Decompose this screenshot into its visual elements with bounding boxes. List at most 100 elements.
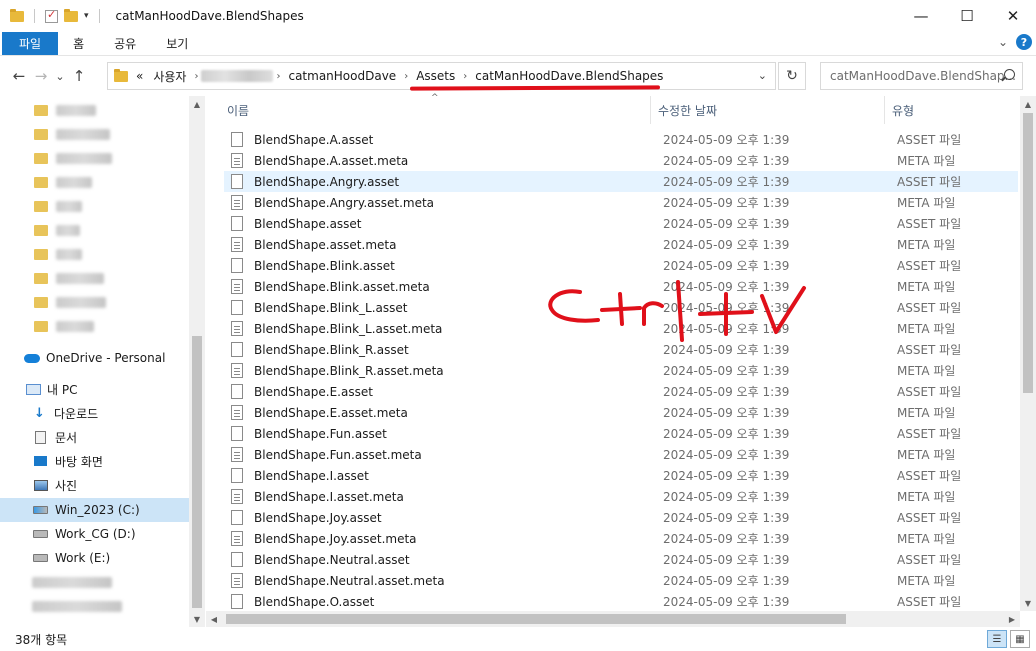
customize-toolbar-icon[interactable]: ▾ bbox=[84, 11, 89, 21]
breadcrumb-item[interactable]: catmanHoodDave bbox=[288, 69, 396, 83]
large-icons-view-button[interactable]: ▦ bbox=[1010, 630, 1030, 648]
details-view-button[interactable]: ☰ bbox=[987, 630, 1007, 648]
redacted-label bbox=[56, 104, 96, 116]
forward-button[interactable]: → bbox=[30, 67, 52, 85]
sidebar-item-blurred[interactable] bbox=[0, 98, 189, 122]
folder-icon bbox=[34, 272, 48, 284]
computer-icon bbox=[26, 383, 41, 395]
breadcrumb-separator[interactable]: › bbox=[463, 71, 467, 82]
redacted-label bbox=[56, 272, 104, 284]
table-row[interactable]: BlendShape.I.asset 2024-05-09 오후 1:39 ASSE… bbox=[224, 465, 1018, 486]
up-button[interactable]: ↑ bbox=[68, 67, 90, 85]
breadcrumb-item[interactable]: Assets bbox=[416, 69, 455, 83]
tab-file[interactable]: 파일 bbox=[2, 32, 59, 55]
table-row[interactable]: BlendShape.Joy.asset 2024-05-09 오후 1:39 AS… bbox=[224, 507, 1018, 528]
properties-icon[interactable] bbox=[45, 8, 58, 23]
folder-icon bbox=[114, 68, 128, 82]
file-type: META 파일 bbox=[897, 490, 956, 504]
sidebar-item-blurred[interactable] bbox=[0, 146, 189, 170]
table-row[interactable]: BlendShape.A.asset 2024-05-09 오후 1:39 ASSE… bbox=[224, 129, 1018, 150]
table-row[interactable]: BlendShape.Fun.asset 2024-05-09 오후 1:39 AS… bbox=[224, 423, 1018, 444]
table-row[interactable]: BlendShape.Neutral.asset 2024-05-09 오후 1:… bbox=[224, 549, 1018, 570]
column-name[interactable]: 이름 ^ bbox=[206, 93, 651, 124]
table-row[interactable]: BlendShape.Blink_L.asset.meta 2024-05-09 … bbox=[224, 318, 1018, 339]
sidebar-item-blurred[interactable] bbox=[0, 194, 189, 218]
refresh-button[interactable]: ↻ bbox=[778, 62, 806, 90]
tab-view[interactable]: 보기 bbox=[151, 32, 203, 55]
scroll-left-icon[interactable]: ◀ bbox=[206, 611, 222, 627]
sidebar-item-label: OneDrive - Personal bbox=[46, 351, 166, 365]
sidebar-item-blurred[interactable] bbox=[0, 594, 189, 618]
file-name: BlendShape.I.asset.meta bbox=[254, 489, 404, 504]
breadcrumb-item[interactable]: 사용자 bbox=[153, 68, 186, 85]
table-row[interactable]: BlendShape.Neutral.asset.meta 2024-05-09 … bbox=[224, 570, 1018, 591]
table-row[interactable]: BlendShape.I.asset.meta 2024-05-09 오후 1:3… bbox=[224, 486, 1018, 507]
table-row[interactable]: BlendShape.asset 2024-05-09 오후 1:39 ASSET … bbox=[224, 213, 1018, 234]
file-name: BlendShape.Blink_L.asset bbox=[254, 300, 408, 315]
sidebar-item-blurred[interactable] bbox=[0, 570, 189, 594]
sidebar-item-pictures[interactable]: 사진 bbox=[0, 473, 189, 497]
sidebar-item-blurred[interactable] bbox=[0, 122, 189, 146]
sidebar-item-documents[interactable]: 문서 bbox=[0, 425, 189, 449]
scrollbar-thumb[interactable] bbox=[226, 614, 846, 624]
column-date[interactable]: 수정한 날짜 bbox=[651, 96, 885, 124]
scrollbar-thumb[interactable] bbox=[1023, 113, 1033, 393]
sidebar-item-drive-d[interactable]: Work_CG (D:) bbox=[0, 522, 189, 546]
help-icon[interactable]: ? bbox=[1016, 34, 1032, 50]
table-row[interactable]: BlendShape.Blink_R.asset 2024-05-09 오후 1:… bbox=[224, 339, 1018, 360]
address-dropdown-icon[interactable]: ⌄ bbox=[758, 69, 767, 82]
sidebar-item-blurred[interactable] bbox=[0, 290, 189, 314]
minimize-button[interactable]: — bbox=[898, 0, 944, 32]
sidebar-item-desktop[interactable]: 바탕 화면 bbox=[0, 449, 189, 473]
sidebar-item-drive-e[interactable]: Work (E:) bbox=[0, 546, 189, 570]
table-row[interactable]: BlendShape.Angry.asset 2024-05-09 오후 1:39… bbox=[224, 171, 1018, 192]
breadcrumb-separator[interactable]: › bbox=[194, 71, 198, 82]
horizontal-scrollbar[interactable]: ◀ ▶ bbox=[206, 611, 1020, 627]
breadcrumb-overflow[interactable]: « bbox=[136, 69, 143, 83]
sidebar-item-blurred[interactable] bbox=[0, 266, 189, 290]
maximize-button[interactable]: ☐ bbox=[944, 0, 990, 32]
file-name: BlendShape.Blink.asset bbox=[254, 258, 395, 273]
sidebar-item-blurred[interactable] bbox=[0, 218, 189, 242]
table-row[interactable]: BlendShape.E.asset.meta 2024-05-09 오후 1:3… bbox=[224, 402, 1018, 423]
tab-share[interactable]: 공유 bbox=[99, 32, 151, 55]
breadcrumb-separator[interactable]: › bbox=[276, 71, 280, 82]
vertical-scrollbar[interactable]: ▲ ▼ bbox=[1020, 96, 1036, 611]
search-input[interactable]: catManHoodDave.BlendShap... bbox=[820, 62, 1023, 90]
table-row[interactable]: BlendShape.E.asset 2024-05-09 오후 1:39 ASSE… bbox=[224, 381, 1018, 402]
sidebar-item-downloads[interactable]: ↓ 다운로드 bbox=[0, 401, 189, 425]
table-row[interactable]: BlendShape.O.asset 2024-05-09 오후 1:39 ASSE… bbox=[224, 591, 1018, 612]
scroll-down-icon[interactable]: ▼ bbox=[189, 611, 205, 627]
sidebar-scrollbar[interactable]: ▲ ▼ bbox=[189, 96, 205, 627]
table-row[interactable]: BlendShape.Blink_R.asset.meta 2024-05-09 … bbox=[224, 360, 1018, 381]
table-row[interactable]: BlendShape.Angry.asset.meta 2024-05-09 오후… bbox=[224, 192, 1018, 213]
breadcrumb-item-current[interactable]: catManHoodDave.BlendShapes bbox=[475, 69, 663, 83]
back-button[interactable]: ← bbox=[8, 67, 30, 85]
breadcrumb-separator[interactable]: › bbox=[404, 71, 408, 82]
sidebar-item-onedrive[interactable]: OneDrive - Personal bbox=[0, 346, 189, 370]
recent-locations-button[interactable]: ⌄ bbox=[52, 70, 68, 83]
sidebar-item-blurred[interactable] bbox=[0, 170, 189, 194]
scrollbar-thumb[interactable] bbox=[192, 336, 202, 608]
new-folder-icon[interactable] bbox=[64, 8, 78, 22]
tab-home[interactable]: 홈 bbox=[58, 32, 99, 55]
table-row[interactable]: BlendShape.Fun.asset.meta 2024-05-09 오후 1… bbox=[224, 444, 1018, 465]
close-button[interactable]: ✕ bbox=[990, 0, 1036, 32]
scroll-up-icon[interactable]: ▲ bbox=[1020, 96, 1036, 112]
sidebar-item-blurred[interactable] bbox=[0, 242, 189, 266]
sidebar-item-this-pc[interactable]: 내 PC bbox=[0, 377, 189, 401]
column-type[interactable]: 유형 bbox=[885, 96, 1020, 124]
sidebar-item-drive-c[interactable]: Win_2023 (C:) bbox=[0, 498, 189, 522]
table-row[interactable]: BlendShape.A.asset.meta 2024-05-09 오후 1:3… bbox=[224, 150, 1018, 171]
table-row[interactable]: BlendShape.Blink_L.asset 2024-05-09 오후 1:… bbox=[224, 297, 1018, 318]
table-row[interactable]: BlendShape.asset.meta 2024-05-09 오후 1:39 M… bbox=[224, 234, 1018, 255]
expand-ribbon-icon[interactable]: ⌄ bbox=[998, 35, 1008, 49]
scroll-up-icon[interactable]: ▲ bbox=[189, 96, 205, 112]
sidebar-item-blurred[interactable] bbox=[0, 314, 189, 338]
scroll-down-icon[interactable]: ▼ bbox=[1020, 595, 1036, 611]
table-row[interactable]: BlendShape.Blink.asset.meta 2024-05-09 오후… bbox=[224, 276, 1018, 297]
table-row[interactable]: BlendShape.Blink.asset 2024-05-09 오후 1:39… bbox=[224, 255, 1018, 276]
scroll-right-icon[interactable]: ▶ bbox=[1004, 611, 1020, 627]
table-row[interactable]: BlendShape.Joy.asset.meta 2024-05-09 오후 1… bbox=[224, 528, 1018, 549]
meta-file-icon bbox=[231, 195, 243, 210]
